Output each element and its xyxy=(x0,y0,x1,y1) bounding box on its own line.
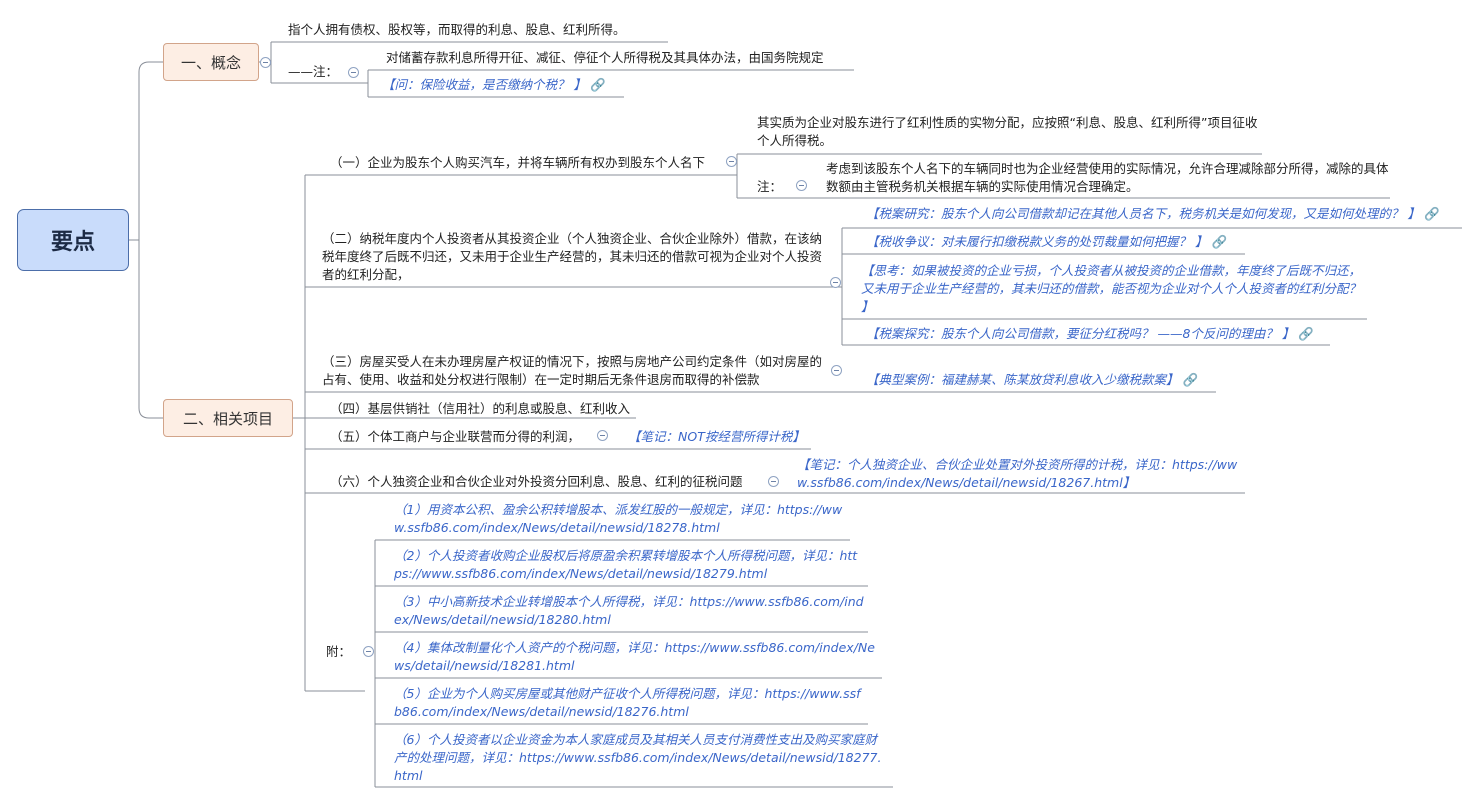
concept-note-label[interactable]: ——注： xyxy=(288,63,338,81)
concept-note-text[interactable]: 对储蓄存款利息所得开征、减征、停征个人所得税及其具体办法，由国务院规定 xyxy=(386,49,824,67)
item4-text[interactable]: （四）基层供销社（信用社）的利息或股息、红利收入 xyxy=(330,400,630,418)
appendix-entry-4[interactable]: （4）集体改制量化个人资产的个税问题，详见：https://www.ssfb86… xyxy=(394,639,878,675)
collapse-item6-icon[interactable] xyxy=(768,476,779,487)
link-icon[interactable]: 🔗 xyxy=(590,76,606,94)
item5-text[interactable]: （五）个体工商户与企业联营而分得的利润， xyxy=(330,428,580,446)
item6-text[interactable]: （六）个人独资企业和合伙企业对外投资分回利息、股息、红利的征税问题 xyxy=(330,473,743,491)
concept-definition[interactable]: 指个人拥有债权、股权等，而取得的利息、股息、红利所得。 xyxy=(288,21,626,39)
item2-text[interactable]: （二）纳税年度内个人投资者从其投资企业（个人独资企业、合伙企业除外）借款，在该纳… xyxy=(322,230,826,284)
concept-note-link[interactable]: 【问：保险收益，是否缴纳个税？ 】 🔗 xyxy=(382,76,606,94)
collapse-item1-icon[interactable] xyxy=(726,156,737,167)
item3-note-label: 【典型案例：福建赫某、陈某放贷利息收入少缴税款案】 xyxy=(866,372,1179,387)
root-topic[interactable]: 要点 xyxy=(17,209,129,271)
item5-note[interactable]: 【笔记：NOT按经营所得计税】 xyxy=(628,428,805,446)
items-topic[interactable]: 二、相关项目 xyxy=(163,399,293,437)
appendix-entry-5[interactable]: （5）企业为个人购买房屋或其他财产征收个人所得税问题，详见：https://ww… xyxy=(394,685,864,721)
collapse-concept-note-icon[interactable] xyxy=(348,67,359,78)
collapse-item1-note-icon[interactable] xyxy=(796,180,807,191)
collapse-appendix-icon[interactable] xyxy=(363,646,374,657)
item2-note-1[interactable]: 【税案研究：股东个人向公司借款却记在其他人员名下，税务机关是如何发现，又是如何处… xyxy=(866,205,1440,223)
concept-topic[interactable]: 一、概念 xyxy=(163,43,259,81)
appendix-label[interactable]: 附： xyxy=(326,643,351,661)
collapse-item3-icon[interactable] xyxy=(831,365,842,376)
appendix-entry-3[interactable]: （3）中小高新技术企业转增股本个人所得税，详见：https://www.ssfb… xyxy=(394,593,864,629)
item1-note-text[interactable]: 考虑到该股东个人名下的车辆同时也为企业经营使用的实际情况，允许合理减除部分所得，… xyxy=(826,160,1390,196)
item2-note-4[interactable]: 【税案探究：股东个人向公司借款，要征分红税吗？ ——8个反问的理由？ 】 🔗 xyxy=(866,325,1314,343)
collapse-item5-icon[interactable] xyxy=(597,430,608,441)
appendix-entry-2[interactable]: （2）个人投资者收购企业股权后将原盈余积累转增股本个人所得税问题，详见：http… xyxy=(394,547,864,583)
item6-note[interactable]: 【笔记：个人独资企业、合伙企业处置对外投资所得的计税，详见：https://ww… xyxy=(797,456,1241,492)
link-icon[interactable]: 🔗 xyxy=(1424,205,1440,223)
link-icon[interactable]: 🔗 xyxy=(1211,233,1227,251)
item1-text[interactable]: （一）企业为股东个人购买汽车，并将车辆所有权办到股东个人名下 xyxy=(330,154,705,172)
item1-detail[interactable]: 其实质为企业对股东进行了红利性质的实物分配，应按照“利息、股息、红利所得”项目征… xyxy=(757,114,1262,150)
item2-note-2[interactable]: 【税收争议：对未履行扣缴税款义务的处罚裁量如何把握？ 】 🔗 xyxy=(866,233,1227,251)
item3-note[interactable]: 【典型案例：福建赫某、陈某放贷利息收入少缴税款案】 🔗 xyxy=(866,371,1198,389)
appendix-entry-6[interactable]: （6）个人投资者以企业资金为本人家庭成员及其相关人员支付消费性支出及购买家庭财产… xyxy=(394,731,888,785)
collapse-item2-icon[interactable] xyxy=(830,277,841,288)
item2-note-3[interactable]: 【思考：如果被投资的企业亏损，个人投资者从被投资的企业借款，年度终了后既不归还，… xyxy=(861,262,1361,316)
link-icon[interactable]: 🔗 xyxy=(1183,371,1199,389)
collapse-concept-icon[interactable] xyxy=(260,57,271,68)
appendix-entry-1[interactable]: （1）用资本公积、盈余公积转增股本、派发红股的一般规定，详见：https://w… xyxy=(394,501,846,537)
item3-text[interactable]: （三）房屋买受人在未办理房屋产权证的情况下，按照与房地产公司约定条件（如对房屋的… xyxy=(322,353,822,389)
item2-note-2-label: 【税收争议：对未履行扣缴税款义务的处罚裁量如何把握？ 】 xyxy=(866,234,1208,249)
item2-note-4-label: 【税案探究：股东个人向公司借款，要征分红税吗？ ——8个反问的理由？ 】 xyxy=(866,326,1295,341)
item1-note-label[interactable]: 注： xyxy=(757,178,782,196)
item2-note-1-label: 【税案研究：股东个人向公司借款却记在其他人员名下，税务机关是如何发现，又是如何处… xyxy=(866,206,1420,221)
link-icon[interactable]: 🔗 xyxy=(1298,325,1314,343)
concept-note-link-label: 【问：保险收益，是否缴纳个税？ 】 xyxy=(382,77,586,92)
